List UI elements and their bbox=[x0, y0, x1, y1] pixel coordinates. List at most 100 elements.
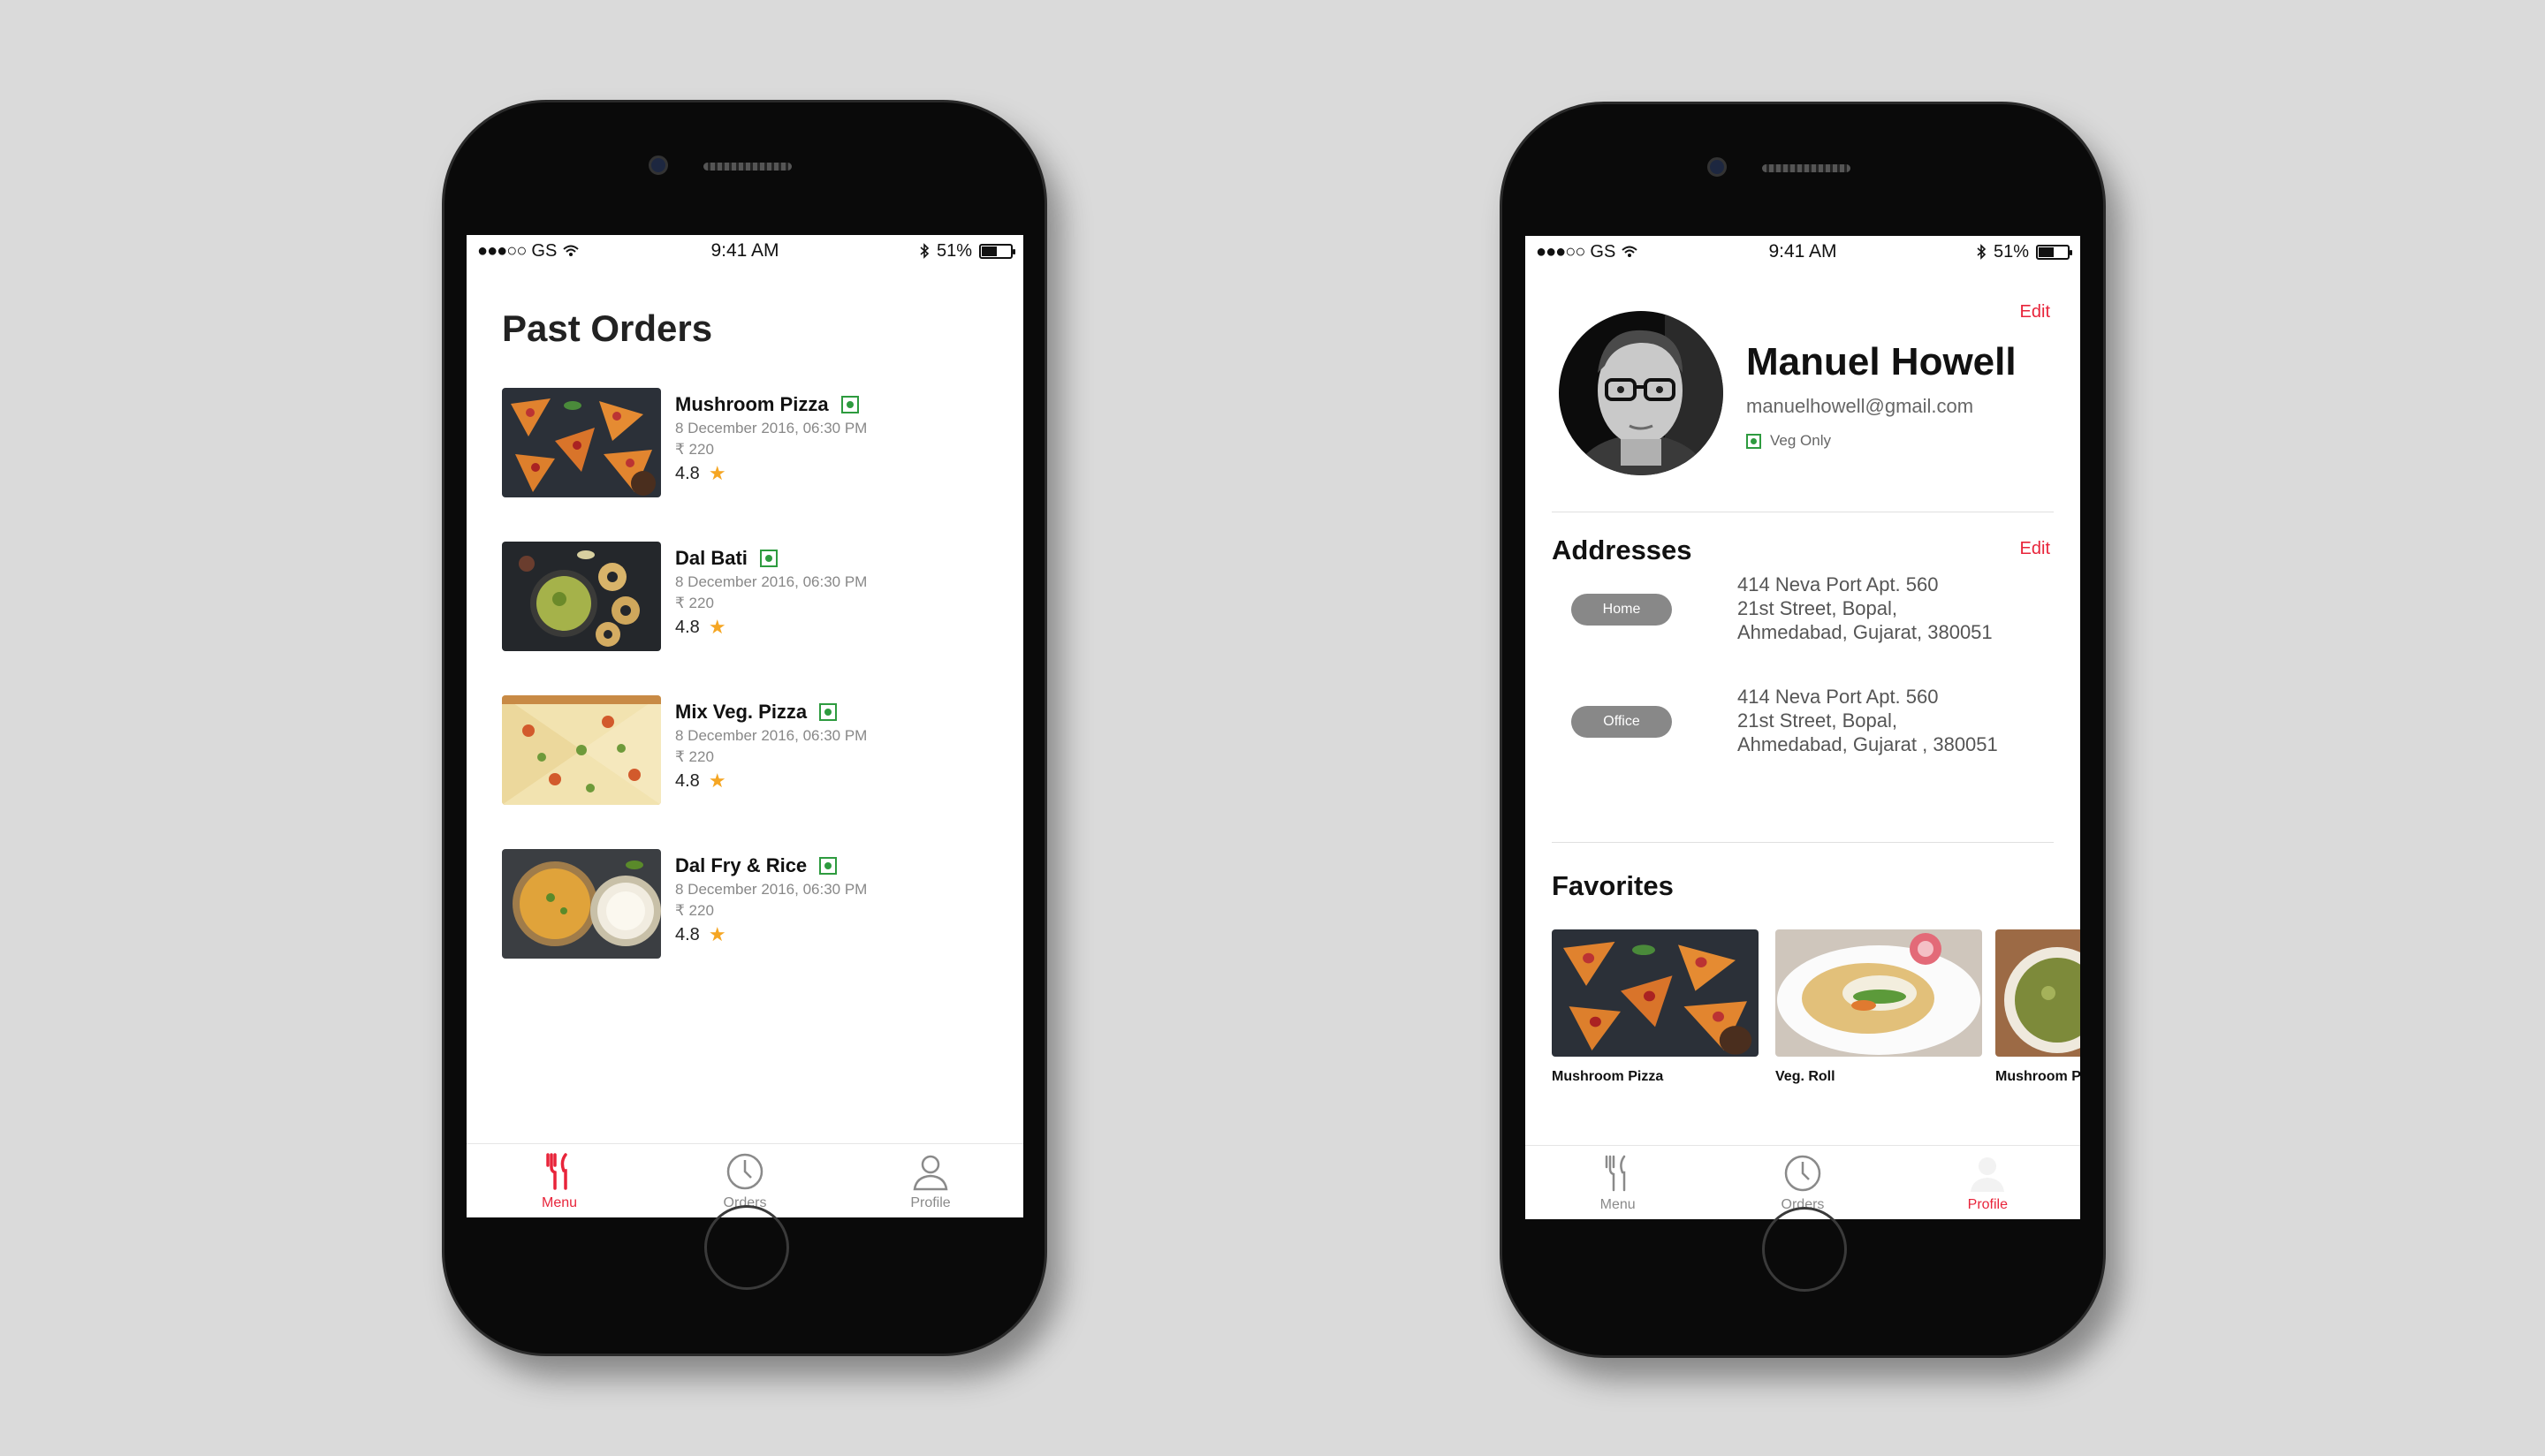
battery-icon bbox=[979, 243, 1015, 259]
favorite-item[interactable]: Mushroom Pizza bbox=[1552, 929, 1759, 1085]
fork-knife-icon bbox=[546, 1152, 567, 1190]
battery-percent: 51% bbox=[1993, 241, 2029, 262]
favorite-image bbox=[1775, 929, 1982, 1057]
tab-label: Profile bbox=[910, 1194, 951, 1210]
veg-icon bbox=[759, 550, 778, 567]
addresses-title: Addresses bbox=[1552, 535, 1692, 565]
order-name: Dal Bati bbox=[675, 547, 748, 569]
tab-profile[interactable]: Profile bbox=[1895, 1146, 2080, 1219]
order-rating: 4.8 bbox=[675, 770, 700, 791]
past-orders-screen: ●●●○○ GS 9:41 AM 51% Past Orders Mushroo… bbox=[467, 235, 1023, 1217]
phone-right: ●●●○○ GS 9:41 AM 51% Edit Manuel Howell … bbox=[1500, 102, 2106, 1358]
tab-profile[interactable]: Profile bbox=[838, 1144, 1023, 1217]
earpiece-speaker bbox=[1762, 164, 1850, 172]
page-title: Past Orders bbox=[502, 307, 713, 349]
star-icon: ★ bbox=[708, 616, 726, 638]
fork-knife-icon bbox=[1605, 1155, 1625, 1191]
edit-addresses-button[interactable]: Edit bbox=[2020, 539, 2050, 559]
order-price: ₹ 220 bbox=[675, 748, 714, 765]
order-item[interactable]: Dal Fry & Rice 8 December 2016, 06:30 PM… bbox=[502, 849, 867, 959]
tab-label: Profile bbox=[1967, 1196, 2008, 1212]
address-line: 21st Street, Bopal, bbox=[1737, 597, 1897, 619]
user-icon bbox=[1971, 1156, 2005, 1192]
order-date: 8 December 2016, 06:30 PM bbox=[675, 573, 868, 590]
favorite-item[interactable]: Mushroom Pizza bbox=[1995, 929, 2080, 1085]
order-rating: 4.8 bbox=[675, 617, 700, 637]
order-thumbnail bbox=[502, 695, 661, 805]
profile-email: manuelhowell@gmail.com bbox=[1746, 395, 1974, 417]
battery-percent: 51% bbox=[936, 240, 972, 261]
order-price: ₹ 220 bbox=[675, 441, 714, 458]
veg-icon bbox=[840, 396, 859, 413]
diet-label: Veg Only bbox=[1770, 432, 1831, 449]
tab-menu[interactable]: Menu bbox=[467, 1144, 652, 1217]
tab-label: Menu bbox=[541, 1194, 578, 1210]
address-line: 21st Street, Bopal, bbox=[1737, 709, 1897, 732]
tab-menu[interactable]: Menu bbox=[1525, 1146, 1710, 1219]
star-icon: ★ bbox=[708, 462, 726, 484]
address-line: Ahmedabad, Gujarat, 380051 bbox=[1737, 621, 1993, 643]
signal-icon: ●●●○○ bbox=[1536, 241, 1585, 262]
favorite-image bbox=[1995, 929, 2080, 1057]
earpiece-speaker bbox=[703, 163, 792, 171]
veg-icon bbox=[1746, 433, 1761, 449]
order-name: Mushroom Pizza bbox=[675, 393, 829, 415]
order-date: 8 December 2016, 06:30 PM bbox=[675, 727, 868, 744]
favorite-image bbox=[1552, 929, 1759, 1057]
tab-label: Menu bbox=[1599, 1196, 1636, 1212]
status-bar: ●●●○○ GS 9:41 AM 51% bbox=[1525, 236, 2080, 268]
address-tag-office[interactable]: Office bbox=[1571, 706, 1672, 738]
address-home[interactable]: 414 Neva Port Apt. 560 21st Street, Bopa… bbox=[1737, 573, 1993, 644]
signal-icon: ●●●○○ bbox=[477, 240, 527, 261]
order-date: 8 December 2016, 06:30 PM bbox=[675, 420, 868, 436]
order-price: ₹ 220 bbox=[675, 595, 714, 611]
favorites-title: Favorites bbox=[1552, 870, 1674, 901]
battery-icon bbox=[2036, 244, 2072, 260]
order-thumbnail bbox=[502, 849, 661, 959]
order-name: Mix Veg. Pizza bbox=[675, 701, 808, 723]
status-bar: ●●●○○ GS 9:41 AM 51% bbox=[467, 235, 1023, 267]
order-rating: 4.8 bbox=[675, 463, 700, 483]
profile-screen: ●●●○○ GS 9:41 AM 51% Edit Manuel Howell … bbox=[1525, 236, 2080, 1219]
divider bbox=[1552, 842, 2054, 843]
order-date: 8 December 2016, 06:30 PM bbox=[675, 881, 868, 898]
avatar[interactable] bbox=[1559, 311, 1723, 475]
bluetooth-icon bbox=[920, 243, 930, 259]
wifi-icon bbox=[1622, 246, 1637, 257]
address-office[interactable]: 414 Neva Port Apt. 560 21st Street, Bopa… bbox=[1737, 685, 1998, 756]
veg-icon bbox=[819, 703, 838, 721]
order-thumbnail bbox=[502, 388, 661, 497]
order-rating: 4.8 bbox=[675, 924, 700, 944]
address-tag-home[interactable]: Home bbox=[1571, 594, 1672, 626]
star-icon: ★ bbox=[708, 923, 726, 945]
address-line: 414 Neva Port Apt. 560 bbox=[1737, 686, 1939, 708]
clock-icon bbox=[1784, 1155, 1821, 1191]
bluetooth-icon bbox=[1977, 244, 1987, 260]
user-icon bbox=[913, 1155, 948, 1190]
clock-icon bbox=[726, 1153, 764, 1189]
order-item[interactable]: Mushroom Pizza 8 December 2016, 06:30 PM… bbox=[502, 388, 867, 497]
address-line: Ahmedabad, Gujarat , 380051 bbox=[1737, 733, 1998, 755]
diet-preference: Veg Only bbox=[1746, 432, 1831, 450]
order-thumbnail bbox=[502, 542, 661, 651]
front-camera bbox=[1707, 157, 1727, 177]
carrier-label: GS bbox=[531, 240, 558, 261]
home-button[interactable] bbox=[1762, 1207, 1847, 1292]
edit-profile-button[interactable]: Edit bbox=[2020, 302, 2050, 322]
profile-name: Manuel Howell bbox=[1746, 340, 2017, 383]
front-camera bbox=[649, 155, 668, 175]
phone-left: ●●●○○ GS 9:41 AM 51% Past Orders Mushroo… bbox=[442, 100, 1047, 1356]
address-line: 414 Neva Port Apt. 560 bbox=[1737, 573, 1939, 595]
star-icon: ★ bbox=[708, 770, 726, 792]
veg-icon bbox=[819, 857, 838, 875]
wifi-icon bbox=[563, 245, 579, 256]
favorite-item[interactable]: Veg. Roll bbox=[1775, 929, 1982, 1085]
favorite-label: Mushroom Pizza bbox=[1552, 1069, 1664, 1084]
order-item[interactable]: Mix Veg. Pizza 8 December 2016, 06:30 PM… bbox=[502, 695, 867, 805]
order-item[interactable]: Dal Bati 8 December 2016, 06:30 PM ₹ 220… bbox=[502, 542, 867, 651]
order-name: Dal Fry & Rice bbox=[675, 854, 808, 876]
favorite-label: Mushroom Pizza bbox=[1995, 1069, 2080, 1084]
order-price: ₹ 220 bbox=[675, 902, 714, 919]
home-button[interactable] bbox=[704, 1205, 789, 1290]
carrier-label: GS bbox=[1590, 241, 1616, 262]
